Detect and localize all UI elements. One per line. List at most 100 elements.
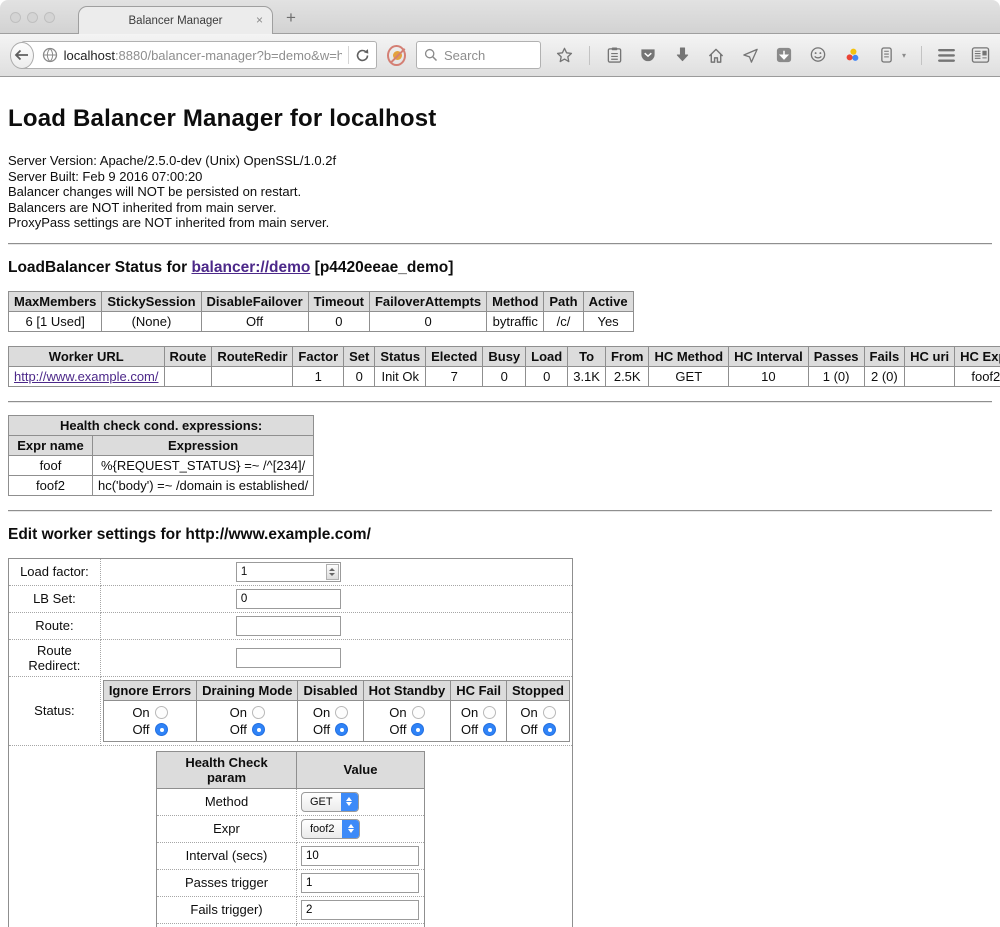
- dropdown-caret-icon[interactable]: ▾: [902, 51, 906, 60]
- back-button[interactable]: [10, 42, 34, 69]
- radio-line: On: [302, 704, 358, 721]
- health-value-cell: [297, 842, 425, 869]
- window-zoom-button[interactable]: [44, 12, 55, 23]
- worker-url-link[interactable]: http://www.example.com/: [14, 369, 159, 384]
- number-spinner-icon[interactable]: [326, 564, 339, 580]
- send-tab-icon[interactable]: [741, 46, 760, 65]
- passes-trigger-input[interactable]: [301, 873, 419, 893]
- radio-label: Off: [461, 721, 478, 738]
- tab-close-icon[interactable]: ×: [256, 13, 263, 27]
- health-row: Interval (secs): [157, 842, 425, 869]
- disabled-off-radio[interactable]: [335, 723, 348, 736]
- radio-label: On: [461, 704, 478, 721]
- downloads-icon[interactable]: [673, 46, 692, 65]
- radio-label: On: [520, 704, 537, 721]
- status-heading-prefix: LoadBalancer Status for: [8, 259, 187, 276]
- load-factor-input[interactable]: 1: [236, 562, 341, 582]
- balancer-cell: Off: [201, 311, 308, 331]
- hc-fail-off-radio[interactable]: [483, 723, 496, 736]
- balancer-link[interactable]: balancer://demo: [191, 259, 310, 276]
- url-text[interactable]: localhost:8880/balancer-manager?b=demo&w…: [64, 48, 343, 63]
- method-select[interactable]: GET: [301, 792, 359, 812]
- feedback-smiley-icon[interactable]: [809, 46, 828, 65]
- expr-col-header: Expr name: [9, 435, 93, 455]
- worker-col-header: HC Method: [649, 346, 729, 366]
- tab-bar: Balancer Manager × +: [0, 0, 1000, 34]
- pocket-icon[interactable]: [639, 46, 658, 65]
- worker-cell: 0: [483, 366, 526, 386]
- globe-icon: [42, 47, 58, 63]
- window-controls: [10, 12, 55, 23]
- health-label-fails-trigger: Fails trigger): [157, 896, 297, 923]
- home-icon[interactable]: [707, 46, 726, 65]
- status-cell-hc-fail: OnOff: [451, 700, 507, 741]
- server-info: Server Version: Apache/2.5.0-dev (Unix) …: [8, 153, 992, 231]
- reading-list-icon[interactable]: [605, 46, 624, 65]
- stopped-on-radio[interactable]: [543, 706, 556, 719]
- plugin-blocked-icon[interactable]: [387, 45, 406, 66]
- selected-option: GET: [302, 796, 341, 808]
- health-row: HC uri: [157, 923, 425, 927]
- worker-cell: 3.1K: [568, 366, 606, 386]
- worker-cell: 0: [526, 366, 568, 386]
- browser-tab[interactable]: Balancer Manager ×: [78, 6, 273, 34]
- radio-label: On: [313, 704, 330, 721]
- radio-label: Off: [520, 721, 537, 738]
- worker-col-header: From: [605, 346, 649, 366]
- status-cell-stopped: OnOff: [507, 700, 570, 741]
- window-minimize-button[interactable]: [27, 12, 38, 23]
- health-check-expressions-table: Health check cond. expressions:Expr name…: [8, 415, 314, 496]
- balancer-col-header: Method: [487, 291, 544, 311]
- status-label: Status:: [9, 676, 101, 745]
- search-icon: [424, 48, 438, 62]
- hot-standby-off-radio[interactable]: [411, 723, 424, 736]
- expr-select[interactable]: foof2: [301, 819, 360, 839]
- window-close-button[interactable]: [10, 12, 21, 23]
- page-title: Load Balancer Manager for localhost: [8, 105, 992, 133]
- worker-cell: 10: [729, 366, 809, 386]
- worker-col-header: RouteRedir: [212, 346, 293, 366]
- worker-cell: http://www.example.com/: [9, 366, 165, 386]
- health-value-cell: [297, 869, 425, 896]
- balancer-col-header: MaxMembers: [9, 291, 102, 311]
- lb-set-label: LB Set:: [9, 585, 101, 612]
- worker-cell: [905, 366, 955, 386]
- balancer-cell: 0: [308, 311, 369, 331]
- draining-mode-on-radio[interactable]: [252, 706, 265, 719]
- reload-icon[interactable]: [355, 48, 370, 63]
- worker-status-table: Worker URLRouteRouteRedirFactorSetStatus…: [8, 346, 1000, 387]
- url-bar[interactable]: localhost:8880/balancer-manager?b=demo&w…: [21, 41, 378, 69]
- balancer-cell: /c/: [544, 311, 583, 331]
- disabled-on-radio[interactable]: [335, 706, 348, 719]
- worker-cell: 2.5K: [605, 366, 649, 386]
- draining-mode-off-radio[interactable]: [252, 723, 265, 736]
- route-input[interactable]: [236, 616, 341, 636]
- radio-line: Off: [108, 721, 192, 738]
- save-page-icon[interactable]: [775, 46, 794, 65]
- bookmark-star-icon[interactable]: [555, 46, 574, 65]
- fails-trigger-input[interactable]: [301, 900, 419, 920]
- radio-label: On: [389, 704, 406, 721]
- extension-colored-dots-icon[interactable]: [843, 46, 862, 65]
- radio-line: Off: [302, 721, 358, 738]
- reader-pages-icon[interactable]: [971, 46, 990, 65]
- balancer-cell: (None): [102, 311, 201, 331]
- containers-icon[interactable]: [877, 46, 896, 65]
- stopped-off-radio[interactable]: [543, 723, 556, 736]
- interval-secs-input[interactable]: [301, 846, 419, 866]
- search-bar[interactable]: Search: [416, 41, 541, 69]
- worker-col-header: Load: [526, 346, 568, 366]
- hc-fail-on-radio[interactable]: [483, 706, 496, 719]
- lb-set-input[interactable]: [236, 589, 341, 609]
- ignore-errors-off-radio[interactable]: [155, 723, 168, 736]
- toolbar-separator: [589, 46, 590, 65]
- radio-label: On: [230, 704, 247, 721]
- hot-standby-on-radio[interactable]: [412, 706, 425, 719]
- urlbar-divider: [348, 46, 349, 64]
- new-tab-button[interactable]: +: [286, 8, 296, 28]
- ignore-errors-on-radio[interactable]: [155, 706, 168, 719]
- route-redirect-input[interactable]: [236, 648, 341, 668]
- worker-cell: 1 (0): [808, 366, 864, 386]
- menu-hamburger-icon[interactable]: [937, 46, 956, 65]
- selected-option: foof2: [302, 823, 342, 835]
